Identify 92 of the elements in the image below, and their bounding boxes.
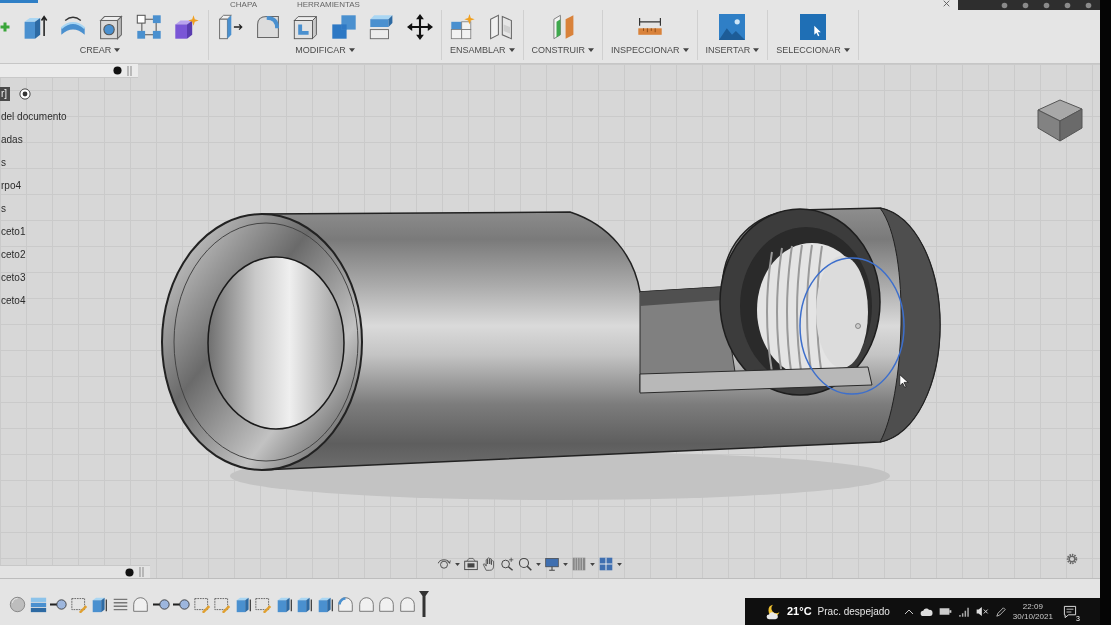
settings-icon[interactable]: [1066, 552, 1078, 565]
browser-item[interactable]: ceto2: [0, 247, 29, 262]
pencil-rectangle-icon[interactable]: [255, 595, 272, 613]
playhead-marker[interactable]: [419, 591, 429, 617]
cube-icon[interactable]: [275, 595, 293, 613]
group-menu-button[interactable]: SELECCIONAR: [776, 43, 850, 57]
caret-icon[interactable]: [508, 48, 515, 52]
round-icon[interactable]: [1043, 1, 1050, 9]
weather-icon[interactable]: [765, 603, 781, 620]
dot-icon[interactable]: [113, 66, 122, 75]
plus-icon[interactable]: [0, 21, 10, 32]
pen-icon[interactable]: [994, 605, 1007, 618]
cursor-icon: [899, 373, 909, 388]
caret-icon[interactable]: [563, 562, 568, 566]
monitor-icon[interactable]: [545, 557, 559, 571]
cube-arrow-icon[interactable]: [22, 13, 48, 40]
cube-icon[interactable]: [316, 595, 334, 613]
round-icon[interactable]: [1085, 1, 1092, 9]
ribbon-tab[interactable]: CHAPA: [230, 0, 257, 9]
browser-item[interactable]: ceto3: [0, 270, 29, 285]
grip-icon[interactable]: [127, 65, 132, 76]
pencil-rectangle-icon[interactable]: [70, 595, 88, 613]
cube-icon[interactable]: [234, 595, 252, 613]
caret-icon[interactable]: [348, 48, 355, 52]
clock-time[interactable]: 22:09: [1022, 601, 1043, 612]
browser-item[interactable]: s: [0, 201, 9, 216]
browser-item[interactable]: rpo4: [0, 178, 24, 193]
rounded-block-icon[interactable]: [378, 595, 395, 613]
caret-icon[interactable]: [590, 562, 595, 566]
browser-item[interactable]: adas: [0, 132, 26, 147]
group-menu-button[interactable]: MODIFICAR: [295, 43, 355, 57]
group-menu-button[interactable]: CONSTRUIR: [531, 43, 595, 57]
split-block-icon[interactable]: [369, 13, 395, 40]
caret-icon[interactable]: [843, 48, 850, 52]
round-icon[interactable]: [1001, 1, 1008, 9]
overlapping-blocks-icon[interactable]: [331, 13, 357, 40]
browser-item[interactable]: ceto1: [0, 224, 29, 239]
cube-icon[interactable]: [296, 595, 313, 613]
clock-date[interactable]: 30/10/2021: [1012, 611, 1053, 622]
caret-icon[interactable]: [588, 48, 595, 52]
active-tab-underline: [0, 0, 38, 3]
grip-icon[interactable]: [139, 567, 144, 577]
sphere-icon[interactable]: [9, 595, 26, 613]
sparkle-cube-icon[interactable]: [174, 13, 200, 40]
screen-box-icon[interactable]: [464, 557, 478, 571]
caret-icon[interactable]: [682, 48, 689, 52]
pan-hand-icon[interactable]: [482, 557, 496, 571]
group-menu-button[interactable]: INSPECCIONAR: [611, 43, 689, 57]
dot-icon[interactable]: [125, 567, 134, 577]
zoom-icon[interactable]: [500, 557, 514, 571]
caret-icon[interactable]: [536, 562, 541, 566]
browser-item[interactable]: ceto4: [0, 293, 29, 308]
stacked-plates-icon[interactable]: [29, 595, 47, 613]
group-menu-button[interactable]: CREAR: [79, 43, 121, 57]
round-icon[interactable]: [1022, 1, 1029, 9]
hollow-box-icon[interactable]: [293, 13, 319, 40]
cloud-icon[interactable]: [919, 605, 933, 618]
connected-squares-icon[interactable]: [136, 13, 162, 40]
round-icon[interactable]: [1064, 1, 1071, 9]
pencil-rectangle-icon[interactable]: [214, 595, 231, 613]
rounded-corner-icon[interactable]: [255, 13, 281, 40]
browser-item[interactable]: del documento: [0, 109, 70, 124]
close-icon[interactable]: [943, 0, 950, 7]
browser-item[interactable]: s: [0, 155, 9, 170]
magnifier-icon[interactable]: [518, 557, 532, 571]
move-arrows-icon[interactable]: [407, 13, 433, 40]
cube-icon[interactable]: [91, 595, 108, 613]
caret-icon[interactable]: [114, 48, 121, 52]
caret-icon[interactable]: [753, 48, 760, 52]
rounded-block-icon[interactable]: [357, 595, 375, 613]
block-arrow-icon[interactable]: [217, 13, 243, 40]
weather-condition[interactable]: Prac. despejado: [817, 604, 890, 619]
speaker-muted-icon[interactable]: [975, 605, 989, 618]
pencil-rectangle-icon[interactable]: [193, 595, 211, 613]
radio-icon[interactable]: [19, 87, 32, 100]
group-menu-button[interactable]: INSERTAR: [705, 43, 760, 57]
two-panels-icon[interactable]: [488, 13, 515, 40]
notification-icon[interactable]: [1062, 604, 1077, 619]
signal-bars-icon[interactable]: [957, 605, 970, 618]
cursor-square-icon[interactable]: [800, 13, 826, 40]
group-menu-button[interactable]: ENSAMBLAR: [450, 43, 515, 57]
ribbon-tab[interactable]: HERRAMIENTAS: [296, 0, 360, 9]
rounded-block-icon[interactable]: [132, 595, 149, 613]
grid-star-icon[interactable]: [450, 13, 477, 40]
box-circle-icon[interactable]: [98, 13, 124, 40]
image-icon[interactable]: [719, 13, 746, 40]
battery-icon[interactable]: [938, 605, 952, 618]
viewports-icon[interactable]: [599, 557, 613, 571]
weather-temperature[interactable]: 21°C: [787, 603, 812, 620]
caret-icon[interactable]: [617, 562, 622, 566]
caret-icon[interactable]: [455, 562, 460, 566]
browser-item[interactable]: r]: [0, 86, 11, 101]
